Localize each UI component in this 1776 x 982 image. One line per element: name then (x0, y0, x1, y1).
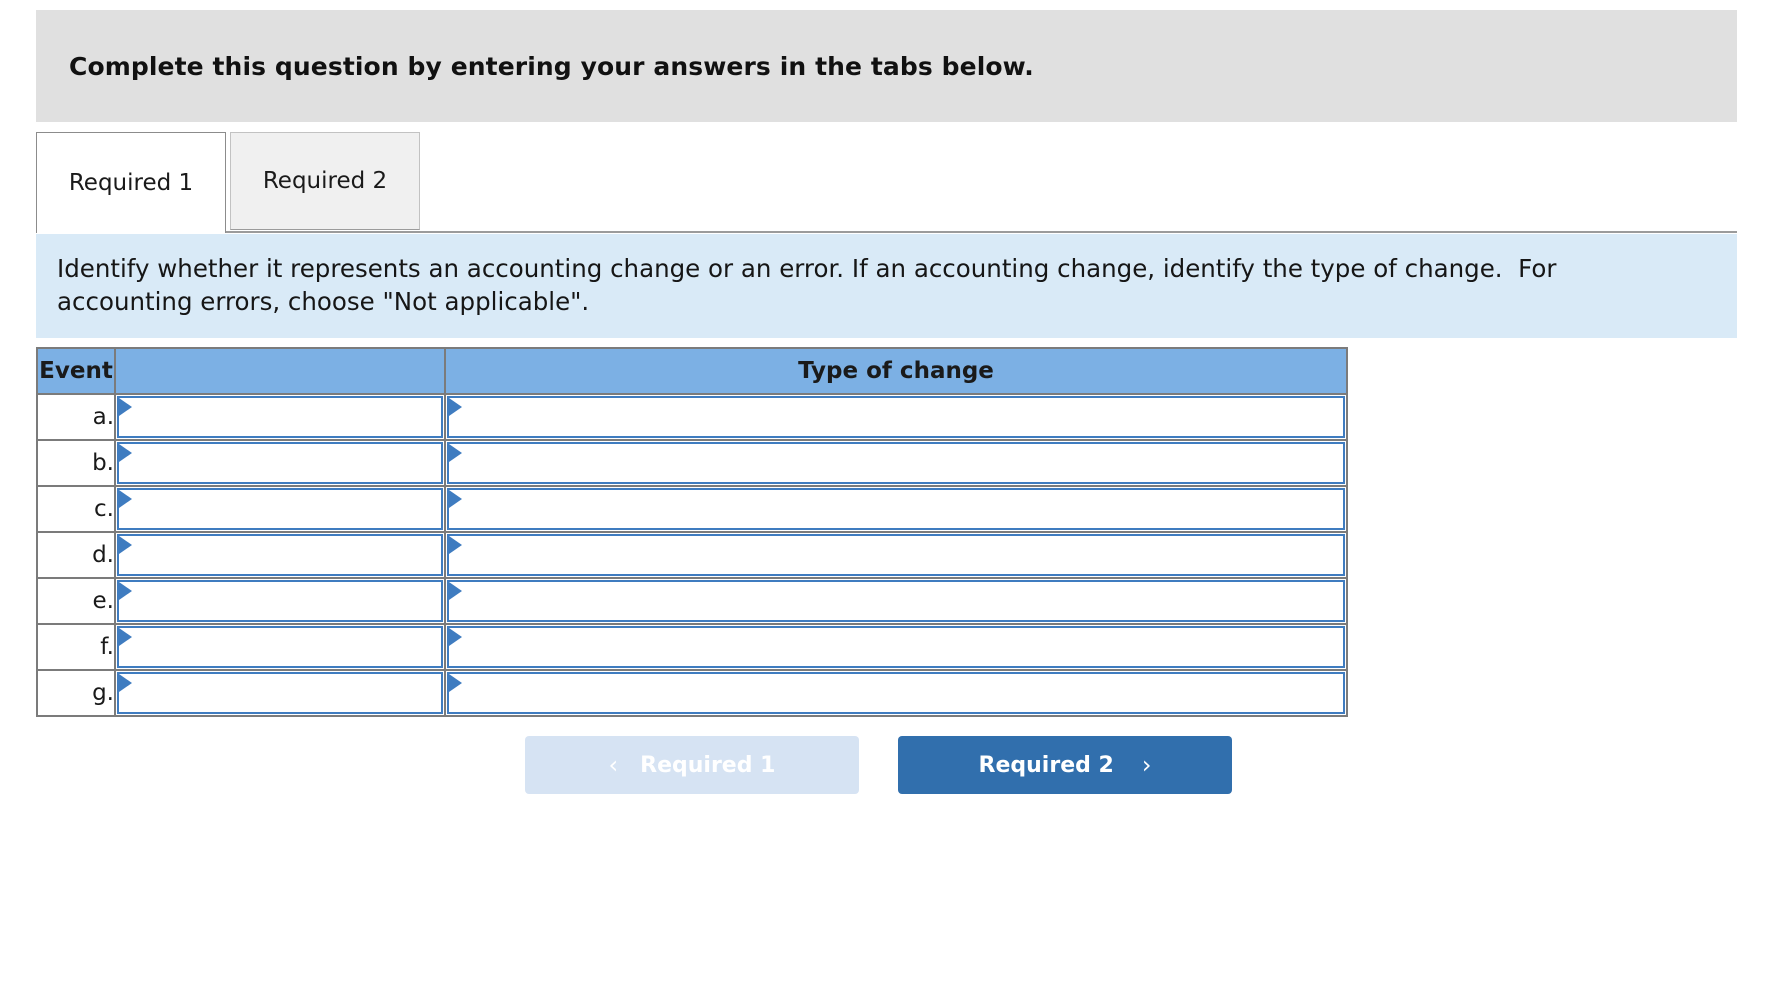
tab-required-1-label: Required 1 (68, 170, 194, 196)
next-button-label: Required 2 (978, 752, 1114, 778)
dropdown-arrow-icon (449, 398, 462, 416)
event-label-cell: e. (36, 577, 116, 625)
answer-table-body: a. b. c. d. e. f. g. (36, 393, 1348, 717)
dropdown-arrow-icon (449, 490, 462, 508)
change-select-f[interactable] (117, 626, 443, 668)
dropdown-arrow-icon (119, 628, 132, 646)
type-of-change-select-g-value (449, 674, 1343, 683)
type-of-change-select-d[interactable] (447, 534, 1345, 576)
previous-required-1-button[interactable]: ‹ Required 1 (525, 736, 859, 794)
change-select-b[interactable] (117, 442, 443, 484)
type-of-change-select-c-value (449, 490, 1343, 499)
column-header-type-of-change: Type of change (444, 347, 1348, 395)
table-row: b. (36, 439, 1348, 487)
type-of-change-select-f-value (449, 628, 1343, 637)
type-of-change-select-e[interactable] (447, 580, 1345, 622)
instruction-banner-text: Complete this question by entering your … (69, 51, 1034, 81)
tab-underline (36, 231, 1737, 233)
change-select-e-value (119, 582, 441, 591)
type-of-change-select-f-cell (444, 623, 1348, 671)
table-row: g. (36, 669, 1348, 717)
change-select-a[interactable] (117, 396, 443, 438)
prompt-line-2: accounting errors, choose "Not applicabl… (57, 287, 590, 316)
type-of-change-select-a[interactable] (447, 396, 1345, 438)
change-select-f-cell (114, 623, 446, 671)
answer-table: Event Type of change a. b. c. d. e. f. g. (36, 347, 1348, 717)
change-select-e[interactable] (117, 580, 443, 622)
event-label-cell: a. (36, 393, 116, 441)
event-label-cell: c. (36, 485, 116, 533)
dropdown-arrow-icon (449, 444, 462, 462)
dropdown-arrow-icon (119, 444, 132, 462)
change-select-b-value (119, 444, 441, 453)
prompt-panel: Identify whether it represents an accoun… (36, 234, 1737, 338)
type-of-change-select-d-value (449, 536, 1343, 545)
change-select-d-value (119, 536, 441, 545)
instruction-banner: Complete this question by entering your … (36, 10, 1737, 122)
change-select-c-cell (114, 485, 446, 533)
change-select-g-cell (114, 669, 446, 717)
type-of-change-select-e-value (449, 582, 1343, 591)
type-of-change-select-b-value (449, 444, 1343, 453)
table-header-row: Event Type of change (36, 347, 1348, 395)
change-select-d[interactable] (117, 534, 443, 576)
change-select-c[interactable] (117, 488, 443, 530)
change-select-e-cell (114, 577, 446, 625)
event-label-cell: g. (36, 669, 116, 717)
type-of-change-select-e-cell (444, 577, 1348, 625)
type-of-change-select-g-cell (444, 669, 1348, 717)
tab-required-2-label: Required 2 (262, 168, 388, 194)
type-of-change-select-b[interactable] (447, 442, 1345, 484)
chevron-right-icon: › (1141, 751, 1152, 779)
dropdown-arrow-icon (119, 490, 132, 508)
type-of-change-select-f[interactable] (447, 626, 1345, 668)
table-row: f. (36, 623, 1348, 671)
type-of-change-select-c-cell (444, 485, 1348, 533)
column-header-event: Event (36, 347, 116, 395)
change-select-g-value (119, 674, 441, 683)
table-row: d. (36, 531, 1348, 579)
type-of-change-select-b-cell (444, 439, 1348, 487)
tab-navigation: ‹ Required 1 Required 2 › (525, 736, 1232, 794)
dropdown-arrow-icon (449, 628, 462, 646)
dropdown-arrow-icon (449, 536, 462, 554)
change-select-f-value (119, 628, 441, 637)
change-select-a-cell (114, 393, 446, 441)
event-label-cell: f. (36, 623, 116, 671)
answer-table-wrapper: Event Type of change a. b. c. d. e. f. g. (36, 347, 1348, 717)
dropdown-arrow-icon (449, 674, 462, 692)
table-row: e. (36, 577, 1348, 625)
next-required-2-button[interactable]: Required 2 › (898, 736, 1232, 794)
table-row: c. (36, 485, 1348, 533)
change-select-b-cell (114, 439, 446, 487)
tab-required-2[interactable]: Required 2 (230, 132, 420, 230)
dropdown-arrow-icon (119, 398, 132, 416)
change-select-a-value (119, 398, 441, 407)
type-of-change-select-c[interactable] (447, 488, 1345, 530)
event-label-cell: d. (36, 531, 116, 579)
previous-button-label: Required 1 (640, 752, 776, 778)
column-header-blank (114, 347, 446, 395)
question-page: Complete this question by entering your … (0, 0, 1776, 982)
change-select-c-value (119, 490, 441, 499)
type-of-change-select-a-value (449, 398, 1343, 407)
dropdown-arrow-icon (119, 674, 132, 692)
dropdown-arrow-icon (119, 536, 132, 554)
type-of-change-select-a-cell (444, 393, 1348, 441)
tab-strip: Required 1 Required 2 (36, 132, 1737, 233)
type-of-change-select-d-cell (444, 531, 1348, 579)
event-label-cell: b. (36, 439, 116, 487)
table-row: a. (36, 393, 1348, 441)
prompt-line-1: Identify whether it represents an accoun… (57, 254, 1557, 283)
tab-required-1[interactable]: Required 1 (36, 132, 226, 233)
type-of-change-select-g[interactable] (447, 672, 1345, 714)
chevron-left-icon: ‹ (608, 751, 619, 779)
dropdown-arrow-icon (449, 582, 462, 600)
dropdown-arrow-icon (119, 582, 132, 600)
change-select-g[interactable] (117, 672, 443, 714)
change-select-d-cell (114, 531, 446, 579)
